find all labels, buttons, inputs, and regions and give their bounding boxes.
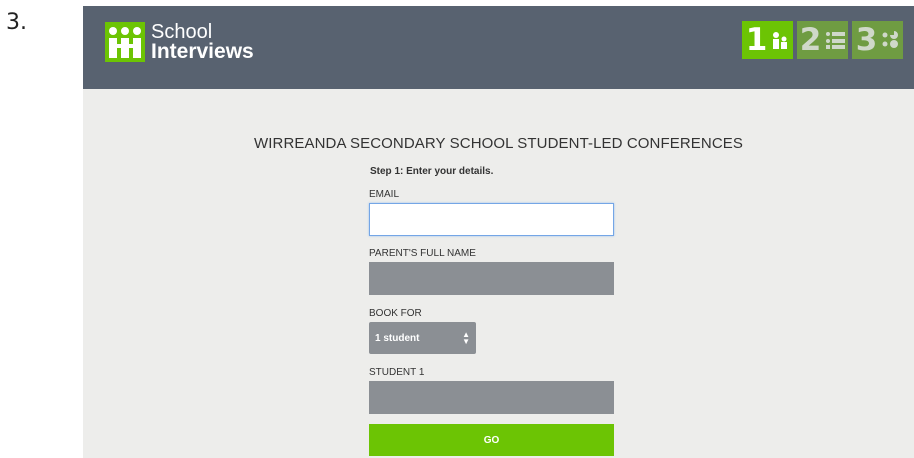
pie-chart-icon xyxy=(881,31,899,49)
book-for-value: 1 student xyxy=(375,332,420,344)
brand-line2: Interviews xyxy=(151,40,254,63)
go-button[interactable]: GO xyxy=(369,424,614,456)
email-label: EMAIL xyxy=(369,189,400,200)
step-indicator: 1 2 3 xyxy=(742,21,903,59)
brand-name: School Interviews xyxy=(151,22,254,63)
people-logo-icon xyxy=(105,22,145,62)
step-2-number: 2 xyxy=(799,22,822,58)
parent-name-field[interactable] xyxy=(369,262,614,295)
list-icon xyxy=(825,31,846,49)
book-for-select[interactable]: 1 student ▲ ▼ xyxy=(369,322,476,354)
select-arrows-icon: ▲ ▼ xyxy=(462,330,470,346)
list-number: 3. xyxy=(6,10,27,35)
step-1-number: 1 xyxy=(745,22,768,58)
email-field[interactable] xyxy=(369,203,614,236)
step-1: 1 xyxy=(742,21,793,59)
page-title: WIRREANDA SECONDARY SCHOOL STUDENT-LED C… xyxy=(254,135,743,152)
step-3: 3 xyxy=(852,21,903,59)
student-1-field[interactable] xyxy=(369,381,614,414)
step-instruction: Step 1: Enter your details. xyxy=(370,166,494,177)
people-icon xyxy=(771,31,789,49)
step-3-number: 3 xyxy=(855,22,878,58)
parent-name-label: PARENT'S FULL NAME xyxy=(369,248,476,259)
brand-logo[interactable]: School Interviews xyxy=(105,20,254,64)
book-for-label: BOOK FOR xyxy=(369,308,422,319)
header-bar: School Interviews 1 2 3 xyxy=(83,6,914,89)
student-1-label: STUDENT 1 xyxy=(369,367,425,378)
app-window: School Interviews 1 2 3 WIRREANDA SECOND… xyxy=(83,6,914,458)
booking-form: Step 1: Enter your details. EMAIL PARENT… xyxy=(369,166,614,456)
step-2: 2 xyxy=(797,21,848,59)
